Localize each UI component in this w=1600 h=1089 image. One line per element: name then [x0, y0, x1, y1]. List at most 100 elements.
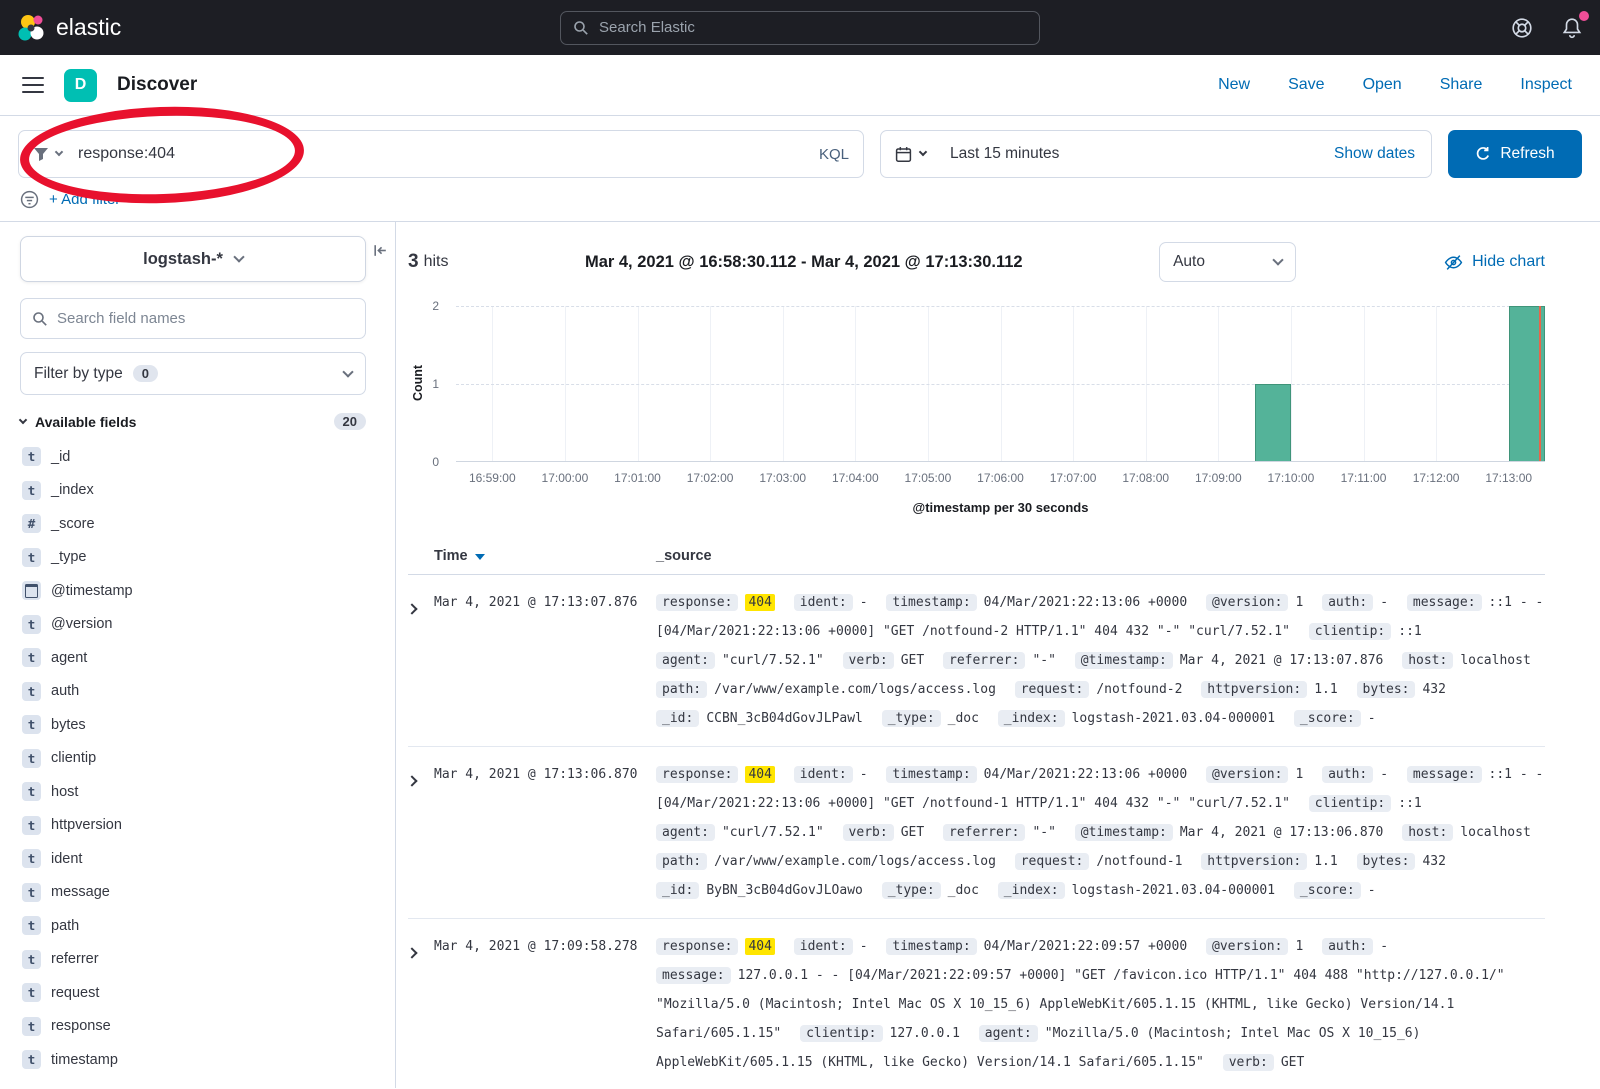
refresh-button[interactable]: Refresh: [1448, 130, 1582, 178]
document-table: Time _source Mar 4, 2021 @ 17:13:07.876r…: [408, 542, 1545, 1088]
field-key-badge: timestamp:: [886, 594, 976, 611]
field-value: /var/www/example.com/logs/access.log: [714, 854, 996, 869]
field-key-badge: ident:: [794, 594, 853, 611]
field-item-_type[interactable]: t_type: [20, 541, 377, 575]
field-value: -: [1380, 595, 1388, 610]
field-key-badge: _id:: [656, 710, 699, 727]
string-field-icon: t: [22, 950, 41, 969]
alerts-icon[interactable]: [1560, 16, 1584, 40]
field-item-@timestamp[interactable]: @timestamp: [20, 574, 377, 608]
field-value: 04/Mar/2021:22:13:06 +0000: [984, 595, 1188, 610]
field-key-badge: clientip:: [1309, 795, 1391, 812]
discover-app-badge[interactable]: D: [64, 69, 97, 102]
field-item-path[interactable]: tpath: [20, 909, 377, 943]
global-search-input[interactable]: Search Elastic: [560, 11, 1040, 45]
collapse-sidebar-button[interactable]: [372, 242, 389, 264]
expand-row-button[interactable]: [408, 760, 434, 905]
global-header: elastic Search Elastic: [0, 0, 1600, 55]
field-item-message[interactable]: tmessage: [20, 876, 377, 910]
x-tick-label: 17:09:00: [1195, 471, 1242, 485]
y-tick-label: 0: [432, 455, 439, 469]
field-value: 1: [1295, 595, 1303, 610]
field-item-@version[interactable]: t@version: [20, 608, 377, 642]
field-key-badge: agent:: [979, 1025, 1038, 1042]
gridline: [456, 306, 1545, 307]
query-menu-button[interactable]: [33, 146, 66, 162]
menu-button[interactable]: [18, 73, 48, 97]
field-value: "curl/7.52.1": [722, 825, 824, 840]
field-key-badge: message:: [1407, 594, 1482, 611]
filter-by-type-dropdown[interactable]: Filter by type 0: [20, 352, 366, 395]
number-field-icon: #: [22, 514, 41, 533]
column-header-source: _source: [656, 548, 712, 564]
histogram-bar[interactable]: [1255, 384, 1291, 462]
elastic-logo[interactable]: elastic: [16, 13, 121, 43]
nav-action-open[interactable]: Open: [1363, 76, 1402, 94]
field-item-auth[interactable]: tauth: [20, 675, 377, 709]
field-item-_id[interactable]: t_id: [20, 440, 377, 474]
string-field-icon: t: [22, 849, 41, 868]
field-item-ident[interactable]: tident: [20, 842, 377, 876]
nav-action-inspect[interactable]: Inspect: [1520, 76, 1572, 94]
doc-source: response:404 ident:- timestamp:04/Mar/20…: [656, 932, 1545, 1077]
chevron-down-icon: [55, 148, 63, 156]
chart-time-range-title: Mar 4, 2021 @ 16:58:30.112 - Mar 4, 2021…: [448, 253, 1159, 272]
field-list: t_idt_index#_scoret_type@timestampt@vers…: [20, 440, 377, 1077]
field-item-clientip[interactable]: tclientip: [20, 742, 377, 776]
field-key-badge: referrer:: [943, 824, 1025, 841]
field-value: /var/www/example.com/logs/access.log: [714, 682, 996, 697]
refresh-icon: [1475, 146, 1491, 162]
available-fields-header[interactable]: Available fields 20: [20, 413, 366, 430]
show-dates-button[interactable]: Show dates: [1334, 145, 1431, 163]
string-field-icon: t: [22, 782, 41, 801]
global-search-placeholder: Search Elastic: [599, 19, 695, 36]
kql-button[interactable]: KQL: [819, 146, 849, 163]
filter-menu-icon: [33, 146, 49, 162]
field-key-badge: _score:: [1294, 882, 1361, 899]
field-item-_score[interactable]: #_score: [20, 507, 377, 541]
field-item-request[interactable]: trequest: [20, 976, 377, 1010]
column-header-time[interactable]: Time: [434, 548, 656, 564]
chevron-down-icon: [342, 366, 353, 377]
field-item-referrer[interactable]: treferrer: [20, 943, 377, 977]
field-item-timestamp[interactable]: ttimestamp: [20, 1043, 377, 1077]
index-pattern-selector[interactable]: logstash-*: [20, 236, 366, 282]
field-item-httpversion[interactable]: thttpversion: [20, 809, 377, 843]
field-key-badge: _index:: [998, 882, 1065, 899]
field-value: logstash-2021.03.04-000001: [1072, 883, 1276, 898]
interval-select[interactable]: Auto: [1159, 242, 1296, 282]
expand-row-button[interactable]: [408, 588, 434, 733]
field-item-response[interactable]: tresponse: [20, 1010, 377, 1044]
nav-action-save[interactable]: Save: [1288, 76, 1324, 94]
x-axis-label: @timestamp per 30 seconds: [456, 500, 1545, 515]
app-navbar: D Discover NewSaveOpenShareInspect: [0, 55, 1600, 116]
date-picker: Last 15 minutes Show dates: [880, 130, 1432, 178]
field-item-agent[interactable]: tagent: [20, 641, 377, 675]
nav-action-share[interactable]: Share: [1440, 76, 1483, 94]
filter-circle-icon[interactable]: [20, 190, 39, 209]
field-value: GET: [901, 825, 924, 840]
query-input[interactable]: response:404 KQL: [18, 130, 864, 178]
field-key-badge: ident:: [794, 766, 853, 783]
date-picker-calendar-button[interactable]: [881, 146, 938, 163]
top-nav-actions: New Save Open Share Inspect: [1218, 76, 1582, 94]
string-field-icon: t: [22, 481, 41, 500]
field-search-input[interactable]: Search field names: [20, 298, 366, 339]
add-filter-button[interactable]: + Add filter: [49, 191, 120, 208]
field-item-bytes[interactable]: tbytes: [20, 708, 377, 742]
expand-row-button[interactable]: [408, 932, 434, 1077]
field-item-host[interactable]: thost: [20, 775, 377, 809]
chevron-down-icon: [19, 415, 27, 423]
nav-action-new[interactable]: New: [1218, 76, 1250, 94]
time-range-value[interactable]: Last 15 minutes: [938, 145, 1059, 163]
string-field-icon: t: [22, 615, 41, 634]
string-field-icon: t: [22, 1017, 41, 1036]
hide-chart-button[interactable]: Hide chart: [1444, 253, 1545, 272]
search-icon: [573, 20, 589, 36]
field-name: host: [51, 784, 78, 800]
field-value: "curl/7.52.1": [722, 653, 824, 668]
field-key-badge: _type:: [882, 710, 941, 727]
field-item-_index[interactable]: t_index: [20, 474, 377, 508]
field-key-badge: bytes:: [1357, 681, 1416, 698]
help-icon[interactable]: [1510, 16, 1534, 40]
